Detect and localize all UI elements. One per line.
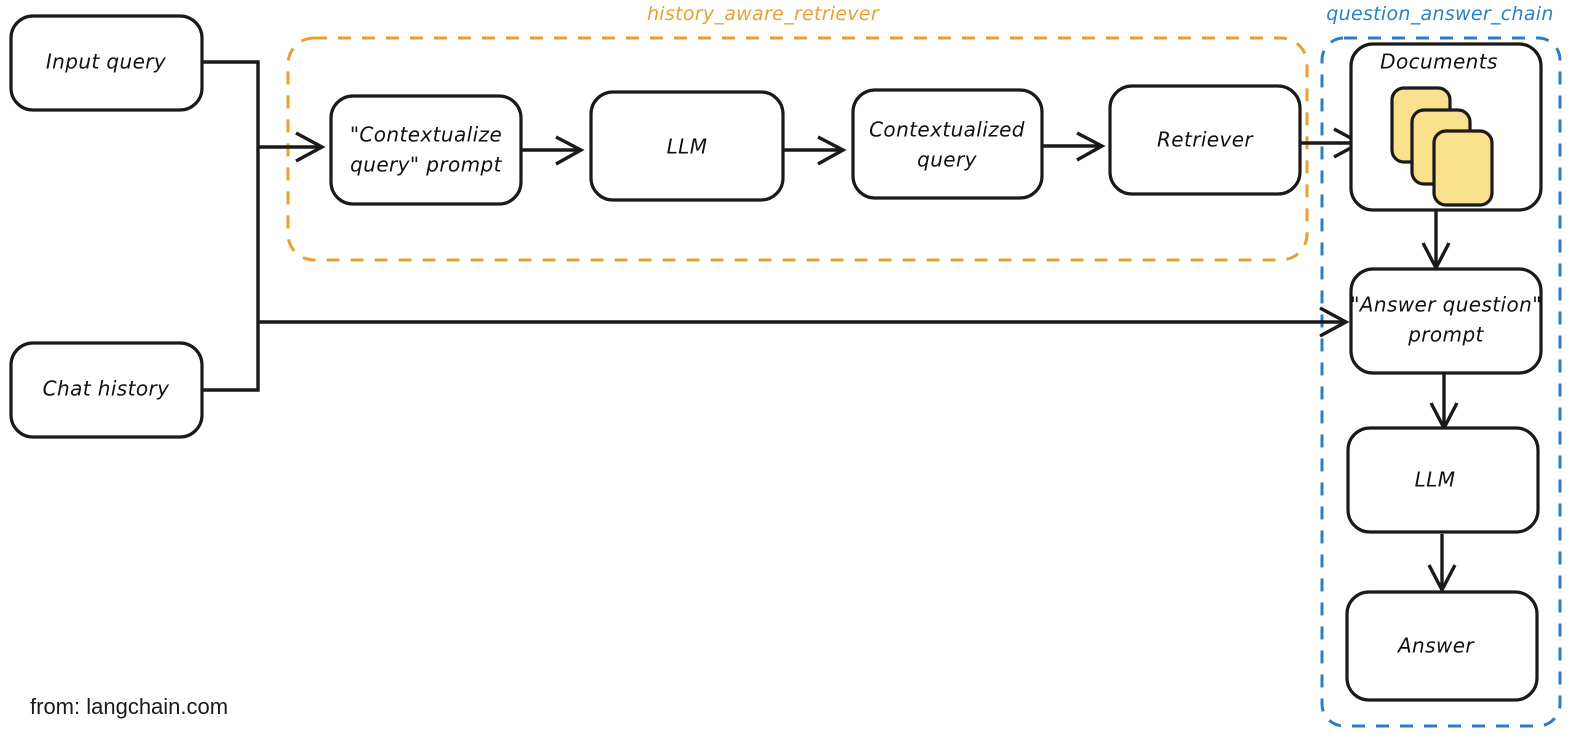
question-answer-chain-label: question_answer_chain [1326, 3, 1553, 25]
node-answer[interactable]: Answer [1345, 590, 1539, 702]
connector-llm-to-answer [1427, 534, 1457, 594]
contextualized-query-line2: query [917, 148, 977, 172]
connector-prompt-to-llm [521, 135, 585, 166]
history-aware-retriever-label: history_aware_retriever [647, 3, 880, 25]
node-chat-history[interactable]: Chat history [9, 341, 204, 439]
node-contextualize-query-prompt[interactable]: "Contextualize query" prompt [329, 94, 523, 206]
contextualize-query-prompt-line2: query" prompt [350, 153, 502, 177]
connector-llm-to-contextualized-query [783, 135, 847, 166]
node-documents[interactable]: Documents [1349, 42, 1543, 212]
answer-question-prompt-line2: prompt [1407, 323, 1484, 347]
node-retriever[interactable]: Retriever [1108, 84, 1302, 196]
connector-documents-to-answer-prompt [1421, 210, 1451, 272]
llm-retriever-label: LLM [667, 135, 708, 159]
answer-question-prompt-line1: "Answer question" [1350, 293, 1542, 317]
input-query-label: Input query [46, 50, 167, 74]
contextualize-query-prompt-line1: "Contextualize [350, 123, 502, 147]
node-input-query[interactable]: Input query [9, 14, 204, 112]
answer-question-prompt-box[interactable] [1349, 267, 1543, 375]
contextualize-query-prompt-box[interactable] [329, 94, 523, 206]
connector-contextualized-query-to-retriever [1042, 131, 1106, 162]
source-caption: from: langchain.com [30, 694, 228, 719]
answer-label: Answer [1396, 634, 1475, 658]
node-llm-answer[interactable]: LLM [1346, 426, 1540, 534]
retriever-label: Retriever [1157, 128, 1254, 152]
contextualized-query-line1: Contextualized [869, 118, 1025, 142]
node-llm-retriever[interactable]: LLM [589, 90, 785, 202]
node-contextualized-query[interactable]: Contextualized query [851, 88, 1044, 200]
documents-label: Documents [1380, 50, 1498, 74]
contextualized-query-box[interactable] [851, 88, 1044, 200]
connector-answer-prompt-to-llm [1429, 372, 1459, 432]
node-answer-question-prompt[interactable]: "Answer question" prompt [1349, 267, 1543, 375]
llm-answer-label: LLM [1415, 468, 1456, 492]
document-card-front [1432, 129, 1494, 207]
chat-history-label: Chat history [43, 377, 170, 401]
rag-chain-diagram: history_aware_retriever question_answer_… [9, 3, 1562, 728]
